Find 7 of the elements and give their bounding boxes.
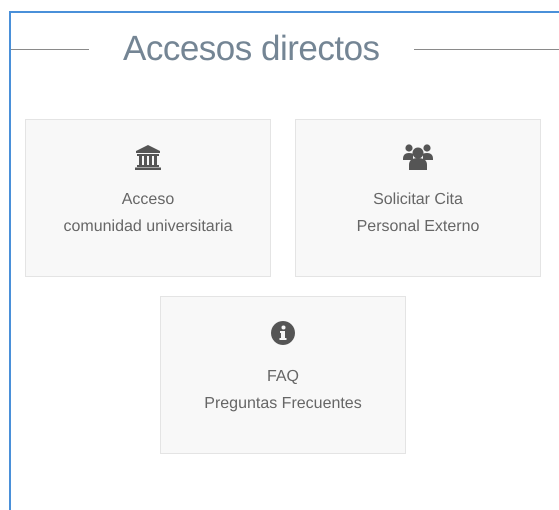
institution-icon — [135, 144, 161, 170]
shortcut-card[interactable]: FAQ Preguntas Frecuentes — [160, 296, 406, 454]
section-title: Accesos directos — [123, 29, 380, 69]
shortcut-card[interactable]: Acceso comunidad universitaria — [25, 119, 271, 277]
info-icon — [271, 321, 295, 345]
shortcut-card[interactable]: Solicitar Cita Personal Externo — [295, 119, 541, 277]
group-icon — [402, 144, 434, 170]
